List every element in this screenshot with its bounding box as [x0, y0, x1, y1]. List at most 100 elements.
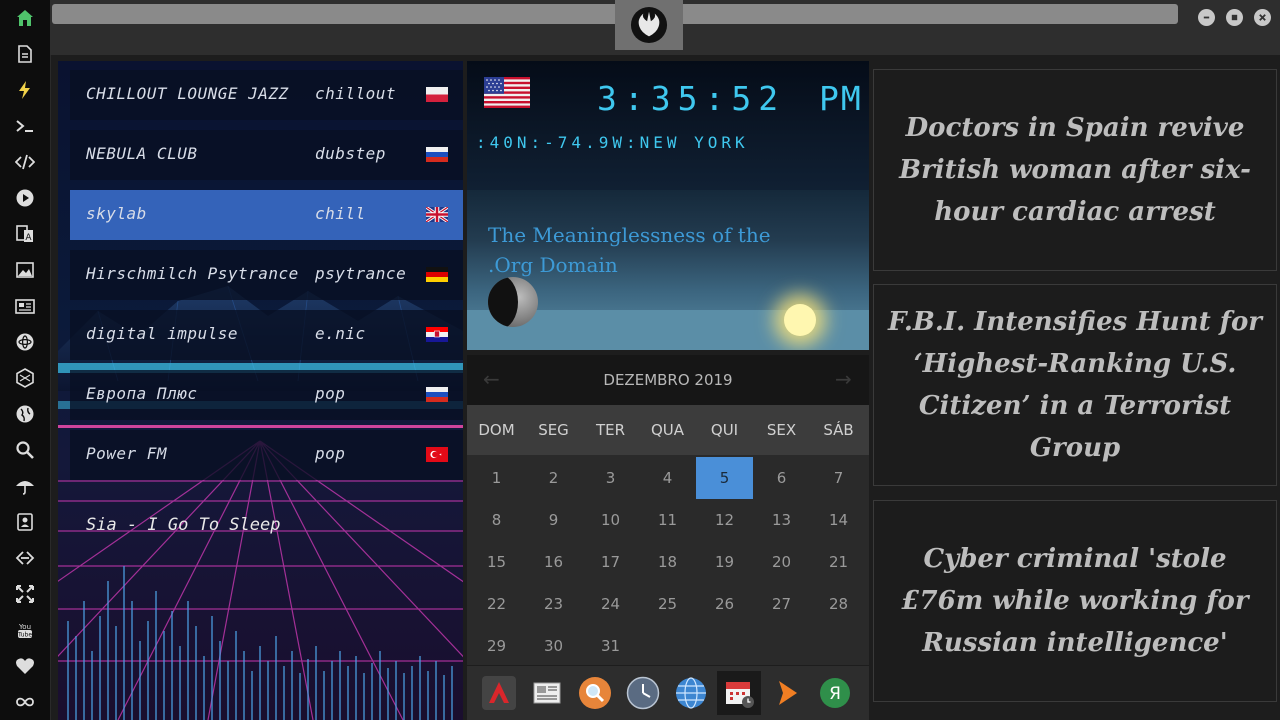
calendar-day[interactable]: 23	[525, 583, 582, 625]
station-genre: chillout	[315, 84, 397, 103]
yandex-icon[interactable]: Я	[813, 671, 857, 715]
clock-time: 3:35:52	[597, 79, 786, 118]
calendar-day[interactable]: 27	[753, 583, 810, 625]
calendar-day[interactable]: 22	[468, 583, 525, 625]
station-item-active[interactable]: skylab chill	[70, 190, 463, 240]
translate-icon[interactable]: A	[13, 222, 37, 246]
youtube-icon[interactable]: You Tube	[13, 618, 37, 642]
bolt-icon[interactable]	[13, 78, 37, 102]
news-card[interactable]: Doctors in Spain revive British woman af…	[873, 69, 1277, 271]
svg-text:A: A	[25, 233, 32, 243]
code-icon[interactable]	[13, 150, 37, 174]
calendar-day[interactable]: 20	[753, 541, 810, 583]
news-card[interactable]: Cyber criminal 'stole £76m while working…	[873, 500, 1277, 702]
uk-flag-icon	[426, 207, 448, 222]
rebel-logo-icon	[630, 6, 668, 44]
calendar-day[interactable]: 12	[696, 499, 753, 541]
calendar-day[interactable]: 10	[582, 499, 639, 541]
station-genre: pop	[315, 384, 346, 403]
calendar-day[interactable]: 21	[810, 541, 867, 583]
calendar-day[interactable]: 18	[639, 541, 696, 583]
calendar-day[interactable]: 28	[810, 583, 867, 625]
calendar-day[interactable]: 7	[810, 457, 867, 499]
station-genre: psytrance	[315, 264, 407, 283]
document-icon[interactable]	[13, 42, 37, 66]
main-area: CHILLOUT LOUNGE JAZZ chillout NEBULA CLU…	[58, 61, 1280, 720]
station-item[interactable]: Power FM pop	[70, 430, 463, 480]
search-app-icon[interactable]	[573, 671, 617, 715]
station-item[interactable]: Европа Плюс pop	[70, 370, 463, 420]
station-genre: dubstep	[315, 144, 386, 163]
clock-app-icon[interactable]	[621, 671, 665, 715]
play-arrow-app-icon[interactable]	[765, 671, 809, 715]
location-coordinates: :40N:-74.9W:NEW YORK	[476, 133, 749, 152]
weekday-header: DOM SEG TER QUA QUI SEX SÁB	[467, 405, 869, 455]
news-card[interactable]: F.B.I. Intensifies Hunt for ‘Highest-Ran…	[873, 284, 1277, 486]
calendar-panel: ← DEZEMBRO 2019 → DOM SEG TER QUA QUI SE…	[467, 355, 869, 665]
arch-launcher-icon[interactable]	[477, 671, 521, 715]
contacts-icon[interactable]	[13, 510, 37, 534]
link-icon[interactable]	[13, 546, 37, 570]
station-name: Power FM	[86, 444, 168, 463]
next-month-button[interactable]: →	[835, 367, 852, 391]
calendar-day-today[interactable]: 5	[696, 457, 753, 499]
weekday-label: DOM	[478, 421, 515, 439]
calendar-day[interactable]: 15	[468, 541, 525, 583]
umbrella-icon[interactable]	[13, 474, 37, 498]
station-item[interactable]: digital impulse e.nic	[70, 310, 463, 360]
weekday-label: QUA	[650, 421, 685, 439]
heart-icon[interactable]	[13, 654, 37, 678]
calendar-day[interactable]: 29	[468, 625, 525, 667]
minimize-button[interactable]	[1198, 9, 1215, 26]
calendar-day[interactable]: 14	[810, 499, 867, 541]
calendar-day[interactable]: 31	[582, 625, 639, 667]
calendar-day[interactable]: 16	[525, 541, 582, 583]
globe-app-icon[interactable]	[669, 671, 713, 715]
calendar-day[interactable]: 19	[696, 541, 753, 583]
station-item[interactable]: NEBULA CLUB dubstep	[70, 130, 463, 180]
calendar-day[interactable]: 25	[639, 583, 696, 625]
calendar-day[interactable]: 6	[753, 457, 810, 499]
weekday-label: SEX	[766, 421, 797, 439]
globe-icon[interactable]	[13, 402, 37, 426]
calendar-day[interactable]: 11	[639, 499, 696, 541]
station-genre: e.nic	[315, 324, 366, 343]
calendar-day[interactable]: 26	[696, 583, 753, 625]
expand-icon[interactable]	[13, 582, 37, 606]
hexagon-icon[interactable]	[13, 366, 37, 390]
play-icon[interactable]	[13, 186, 37, 210]
calendar-day[interactable]: 30	[525, 625, 582, 667]
maximize-button[interactable]	[1226, 9, 1243, 26]
atom-icon[interactable]	[13, 330, 37, 354]
home-icon[interactable]	[13, 6, 37, 30]
station-name: CHILLOUT LOUNGE JAZZ	[86, 84, 289, 103]
calendar-day[interactable]: 17	[582, 541, 639, 583]
newspaper-icon[interactable]	[13, 294, 37, 318]
calendar-app-icon[interactable]	[717, 671, 761, 715]
weekday-label: QUI	[710, 421, 739, 439]
station-item[interactable]: Hirschmilch Psytrance psytrance	[70, 250, 463, 300]
calendar-day[interactable]: 24	[582, 583, 639, 625]
moon-icon	[488, 277, 538, 327]
station-item[interactable]: CHILLOUT LOUNGE JAZZ chillout	[70, 70, 463, 120]
terminal-icon[interactable]	[13, 114, 37, 138]
infinity-icon[interactable]	[13, 690, 37, 714]
calendar-day[interactable]: 1	[468, 457, 525, 499]
calendar-month-label: DEZEMBRO 2019	[603, 371, 733, 389]
news-reader-icon[interactable]	[525, 671, 569, 715]
image-icon[interactable]	[13, 258, 37, 282]
rebel-alliance-logo[interactable]	[615, 0, 683, 50]
calendar-day[interactable]: 4	[639, 457, 696, 499]
article-link[interactable]: The Meaninglessness of the .Org Domain	[488, 220, 808, 280]
close-button[interactable]	[1254, 9, 1271, 26]
calendar-day[interactable]: 8	[468, 499, 525, 541]
calendar-day[interactable]: 9	[525, 499, 582, 541]
calendar-day[interactable]: 13	[753, 499, 810, 541]
station-genre: chill	[315, 204, 366, 223]
search-icon[interactable]	[13, 438, 37, 462]
calendar-day[interactable]: 2	[525, 457, 582, 499]
clock-ampm: PM	[819, 79, 863, 118]
weekday-label: SEG	[538, 421, 569, 439]
station-name: NEBULA CLUB	[86, 144, 198, 163]
calendar-day[interactable]: 3	[582, 457, 639, 499]
